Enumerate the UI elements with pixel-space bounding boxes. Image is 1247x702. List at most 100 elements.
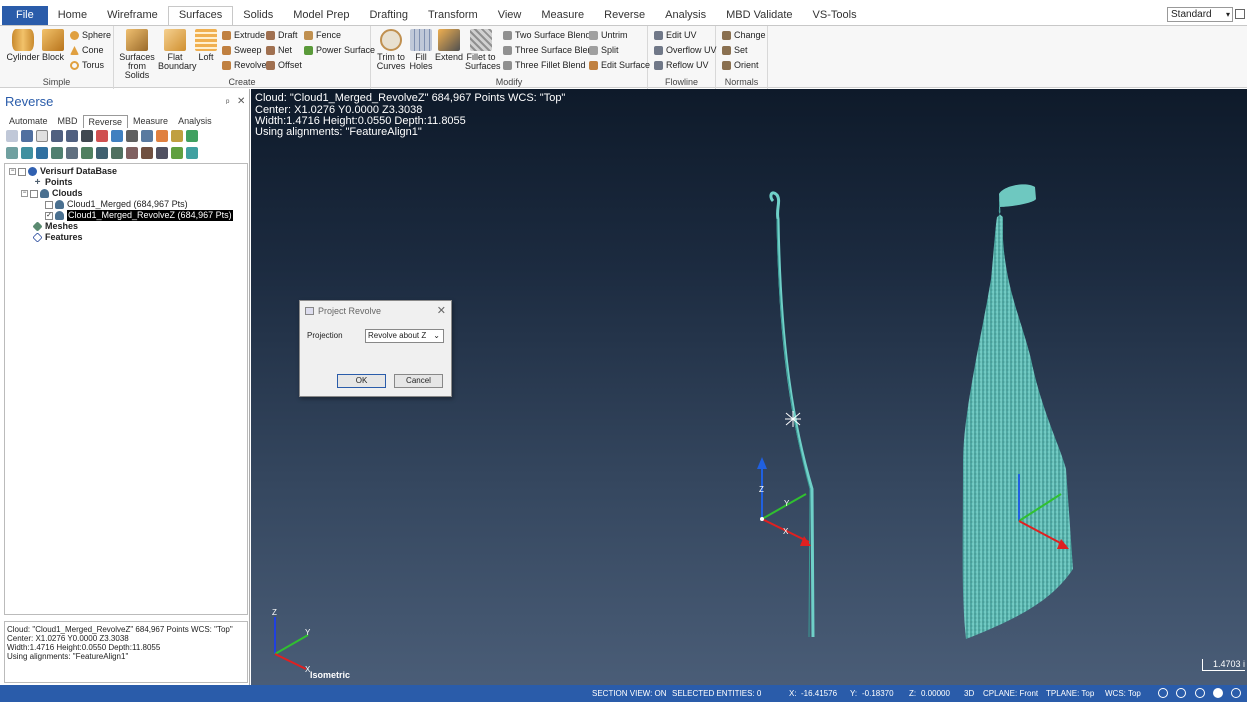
untrim-button[interactable]: Untrim (589, 29, 628, 42)
collapse-icon[interactable]: − (9, 168, 16, 175)
tool-icon[interactable] (156, 130, 168, 142)
torus-button[interactable]: Torus (70, 59, 104, 72)
tool-icon[interactable] (96, 130, 108, 142)
set-normals-button[interactable]: Set (722, 44, 748, 57)
two-surface-blend-button[interactable]: Two Surface Blend (503, 29, 591, 42)
panel-tab-mbd[interactable]: MBD (53, 115, 83, 128)
tool-icon[interactable] (171, 147, 183, 159)
draft-button[interactable]: Draft (266, 29, 298, 42)
tab-model-prep[interactable]: Model Prep (283, 6, 359, 25)
tool-icon[interactable] (126, 147, 138, 159)
workspace-select[interactable]: Standard ▾ (1167, 7, 1233, 22)
tool-icon[interactable] (111, 130, 123, 142)
globe-icon[interactable] (1195, 688, 1205, 698)
extend-button[interactable]: Extend (435, 29, 463, 62)
reflow-uv-button[interactable]: Reflow UV (654, 59, 709, 72)
tree-checkbox[interactable]: ✓ (45, 211, 53, 220)
cone-button[interactable]: Cone (70, 44, 104, 57)
net-button[interactable]: Net (266, 44, 292, 57)
cplane-status[interactable]: CPLANE: Front (983, 689, 1038, 698)
tree-item-cloud1-merged-revolvez[interactable]: ✓ Cloud1_Merged_RevolveZ (684,967 Pts) (45, 210, 233, 221)
tool-icon[interactable] (51, 147, 63, 159)
tool-icon[interactable] (6, 147, 18, 159)
tool-icon[interactable] (141, 147, 153, 159)
orient-normals-button[interactable]: Orient (722, 59, 759, 72)
change-normals-button[interactable]: Change (722, 29, 766, 42)
fence-button[interactable]: Fence (304, 29, 341, 42)
tool-icon[interactable] (36, 130, 48, 142)
tool-icon[interactable] (21, 130, 33, 142)
split-button[interactable]: Split (589, 44, 619, 57)
revolve-button[interactable]: Revolve (222, 59, 267, 72)
sphere-button[interactable]: Sphere (70, 29, 111, 42)
flat-boundary-button[interactable]: Flat Boundary (158, 29, 197, 71)
panel-tab-analysis[interactable]: Analysis (173, 115, 217, 128)
tab-reverse[interactable]: Reverse (594, 6, 655, 25)
three-fillet-blend-button[interactable]: Three Fillet Blend (503, 59, 586, 72)
tool-icon[interactable] (81, 130, 93, 142)
globe-icon[interactable] (1158, 688, 1168, 698)
shading-icon[interactable] (1213, 688, 1223, 698)
tool-icon[interactable] (66, 147, 78, 159)
close-icon[interactable]: ✕ (437, 304, 446, 317)
block-button[interactable]: Block (40, 29, 66, 62)
fill-holes-button[interactable]: Fill Holes (409, 29, 433, 71)
extrude-button[interactable]: Extrude (222, 29, 265, 42)
tree-item-clouds[interactable]: − Clouds (21, 188, 83, 199)
ok-button[interactable]: OK (337, 374, 386, 388)
profile-cloud[interactable] (769, 191, 815, 638)
tree-item-points[interactable]: + Points (33, 177, 73, 188)
tool-icon[interactable] (96, 147, 108, 159)
sweep-button[interactable]: Sweep (222, 44, 262, 57)
tree-item-meshes[interactable]: Meshes (32, 221, 78, 232)
tool-icon[interactable] (51, 130, 63, 142)
cancel-button[interactable]: Cancel (394, 374, 443, 388)
cylinder-button[interactable]: Cylinder (6, 29, 40, 62)
tab-vs-tools[interactable]: VS-Tools (803, 6, 867, 25)
panel-tab-automate[interactable]: Automate (4, 115, 53, 128)
trim-to-curves-button[interactable]: Trim to Curves (375, 29, 407, 71)
tab-home[interactable]: Home (48, 6, 97, 25)
tab-analysis[interactable]: Analysis (655, 6, 716, 25)
tree-checkbox[interactable] (45, 200, 53, 209)
bottle-cloud[interactable] (962, 184, 1073, 639)
tool-icon[interactable] (156, 147, 168, 159)
power-surface-button[interactable]: Power Surface (304, 44, 375, 57)
tree-item-cloud1-merged[interactable]: Cloud1_Merged (684,967 Pts) (45, 199, 188, 210)
tool-icon[interactable] (81, 147, 93, 159)
tool-icon[interactable] (21, 147, 33, 159)
edit-surface-button[interactable]: Edit Surface (589, 59, 650, 72)
tool-icon[interactable] (6, 130, 18, 142)
projection-select[interactable]: Revolve about Z ⌄ (365, 329, 444, 343)
tab-surfaces[interactable]: Surfaces (167, 6, 234, 25)
tab-transform[interactable]: Transform (418, 6, 488, 25)
wcs-status[interactable]: WCS: Top (1105, 689, 1141, 698)
tool-icon[interactable] (36, 147, 48, 159)
tool-icon[interactable] (66, 130, 78, 142)
tab-view[interactable]: View (488, 6, 532, 25)
tree-item-features[interactable]: Features (32, 232, 83, 243)
pin-icon[interactable]: ᵖ (226, 97, 229, 107)
dimension-mode[interactable]: 3D (964, 689, 974, 698)
tool-icon[interactable] (186, 130, 198, 142)
tool-icon[interactable] (111, 147, 123, 159)
tab-measure[interactable]: Measure (531, 6, 594, 25)
surfaces-from-solids-button[interactable]: Surfaces from Solids (116, 29, 158, 80)
tplane-status[interactable]: TPLANE: Top (1046, 689, 1094, 698)
panel-tab-measure[interactable]: Measure (128, 115, 173, 128)
tool-icon[interactable] (186, 147, 198, 159)
collapse-icon[interactable]: − (21, 190, 28, 197)
tree-checkbox[interactable] (18, 167, 26, 176)
globe-icon[interactable] (1176, 688, 1186, 698)
panel-tab-reverse[interactable]: Reverse (82, 115, 129, 128)
three-surface-blend-button[interactable]: Three Surface Blend (503, 44, 598, 57)
offset-button[interactable]: Offset (266, 59, 302, 72)
tool-icon[interactable] (141, 130, 153, 142)
tab-solids[interactable]: Solids (233, 6, 283, 25)
tree-item-database[interactable]: − Verisurf DataBase (9, 166, 117, 177)
tab-file[interactable]: File (2, 6, 48, 25)
edit-uv-button[interactable]: Edit UV (654, 29, 697, 42)
section-view-status[interactable]: SECTION VIEW: ON (592, 689, 667, 698)
view-settings-icon[interactable] (1231, 688, 1241, 698)
loft-button[interactable]: Loft (194, 29, 218, 62)
